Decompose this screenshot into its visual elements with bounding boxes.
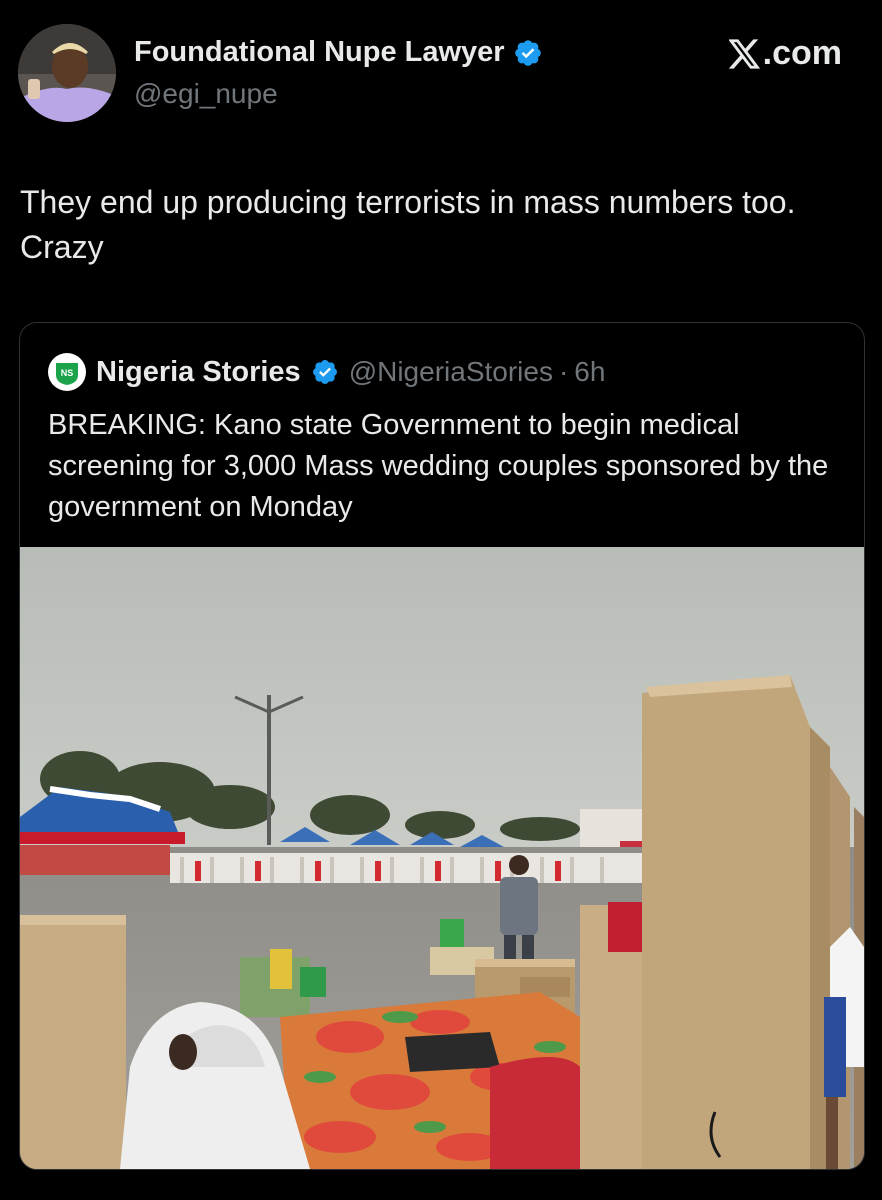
x-brand: .com [728,34,842,73]
quoted-tweet-photo[interactable] [20,547,864,1169]
quoted-author-name[interactable]: Nigeria Stories [96,356,301,389]
tweet-text: They end up producing terrorists in mass… [20,184,796,265]
quoted-avatar-text: NS [61,368,74,378]
tweet-header: Foundational Nupe Lawyer @egi_nupe .com [0,0,882,130]
author-name[interactable]: Foundational Nupe Lawyer [134,36,505,69]
verified-badge-icon [514,39,541,66]
separator-dot: · [558,356,569,387]
quoted-tweet-card[interactable]: NS Nigeria Stories @NigeriaStories · 6h … [19,322,865,1170]
quoted-tweet-text: BREAKING: Kano state Government to begin… [48,409,829,523]
author-handle[interactable]: @egi_nupe [134,78,278,110]
quoted-timestamp[interactable]: 6h [574,356,605,388]
author-avatar[interactable] [18,24,116,122]
x-logo-icon [728,38,760,69]
quoted-tweet-header: NS Nigeria Stories @NigeriaStories · 6h [48,353,605,391]
quoted-avatar[interactable]: NS [48,353,86,391]
author-name-row[interactable]: Foundational Nupe Lawyer [134,36,543,69]
quoted-author-handle[interactable]: @NigeriaStories [349,356,553,388]
brand-label: .com [762,34,842,72]
verified-badge-icon [312,360,337,384]
